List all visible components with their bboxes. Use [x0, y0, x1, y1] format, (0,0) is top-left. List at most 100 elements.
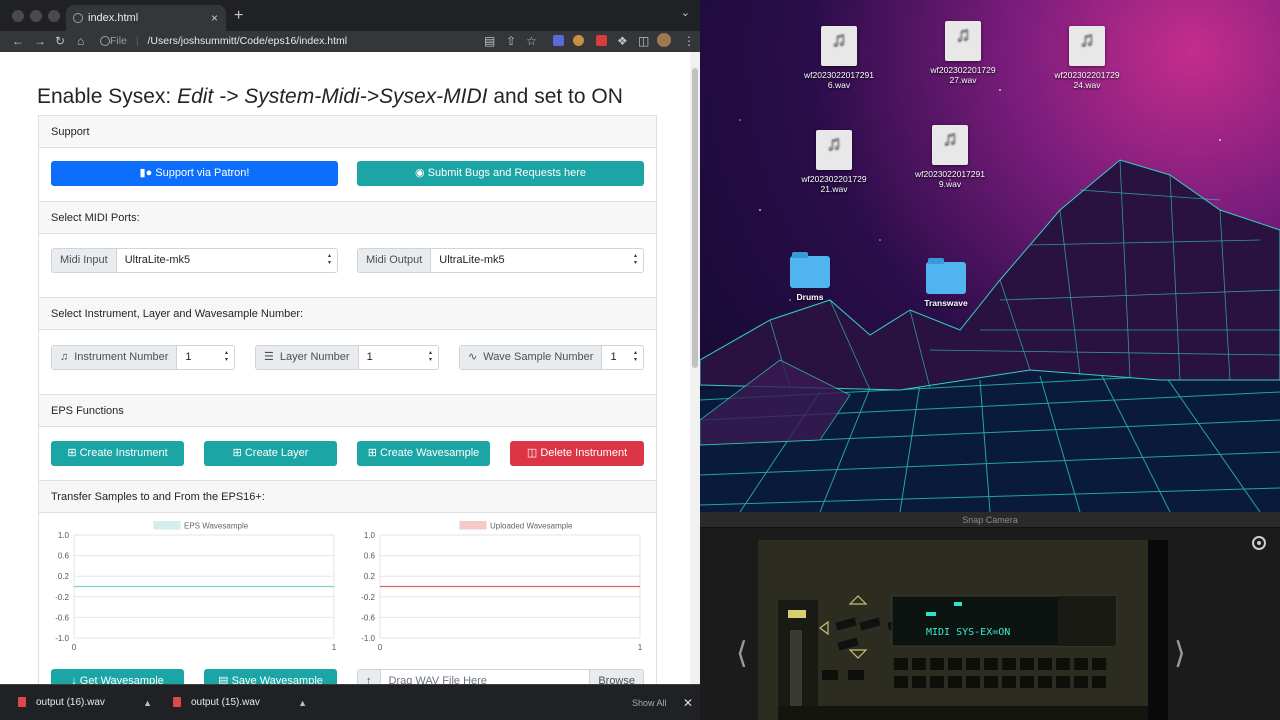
y-tick-label: 0.2: [364, 572, 376, 581]
share-icon[interactable]: ⇧: [506, 33, 516, 49]
maximize-window-button[interactable]: [48, 10, 60, 22]
midi-input-label: Midi Input: [52, 249, 117, 272]
address-scheme: File: [110, 35, 127, 47]
layer-number-group: ☰ Layer Number 1: [255, 345, 439, 370]
forward-arrow-icon[interactable]: →: [34, 33, 46, 49]
close-downloads-icon[interactable]: ✕: [683, 685, 693, 720]
extension-icon[interactable]: [553, 35, 564, 46]
tab-search-icon[interactable]: ⌄: [681, 6, 690, 19]
chart-legend: EPS Wavesample: [153, 521, 249, 531]
eps-functions-card: EPS Functions ⊞ Create Instrument ⊞ Crea…: [38, 394, 657, 481]
create-wavesample-button[interactable]: ⊞ Create Wavesample: [357, 441, 490, 466]
audio-file-icon: [821, 26, 857, 66]
page-content: Enable Sysex: Edit -> System-Midi->Sysex…: [4, 52, 690, 684]
instrument-number-select[interactable]: 1: [177, 346, 234, 369]
prev-arrow-icon[interactable]: ⟨: [736, 636, 748, 671]
midi-ports-card: Select MIDI Ports: Midi Input UltraLite-…: [38, 201, 657, 298]
file-icon: [173, 697, 181, 708]
camera-feed: MIDI SYS-EX=ON: [758, 540, 1168, 720]
audio-file-icon: [1069, 26, 1105, 66]
layers-icon: ☰: [264, 351, 274, 363]
layer-number-label: ☰ Layer Number: [256, 346, 359, 369]
save-wavesample-button[interactable]: ▤ Save Wavesample: [204, 669, 337, 684]
desktop-file-icon[interactable]: wf202302201729 27.wav: [918, 21, 1008, 85]
instrument-number-label: ♫ Instrument Number: [52, 346, 178, 369]
new-tab-button[interactable]: +: [234, 5, 243, 27]
trash-icon: ◫: [526, 447, 538, 459]
desktop-file-icon[interactable]: wf2023022017291 6.wav: [794, 26, 884, 90]
extension-icon[interactable]: [596, 35, 607, 46]
y-tick-label: -0.6: [55, 613, 69, 622]
y-tick-label: 0.6: [58, 552, 70, 561]
card-header: Select MIDI Ports:: [39, 202, 656, 234]
midi-output-select[interactable]: UltraLite-mk5: [431, 249, 643, 272]
close-window-button[interactable]: [12, 10, 24, 22]
wav-drop-input[interactable]: Drag WAV File Here: [381, 670, 590, 684]
upload-icon: ↑: [358, 670, 381, 684]
midi-input-group: Midi Input UltraLite-mk5: [51, 248, 338, 273]
address-bar[interactable]: File | /Users/joshsummitt/Code/eps16/ind…: [96, 32, 476, 51]
reload-icon[interactable]: ↻: [55, 33, 65, 49]
reader-icon[interactable]: ▤: [484, 33, 495, 49]
kebab-menu-icon[interactable]: ⋮: [683, 33, 695, 49]
waveform-icon: ∿: [468, 351, 478, 363]
folder-icon: [926, 258, 966, 294]
desktop-file-icon[interactable]: wf202302201729 21.wav: [789, 130, 879, 194]
download-icon: ↓: [71, 675, 77, 684]
legend-swatch: [459, 521, 487, 530]
avatar[interactable]: [657, 33, 671, 47]
browser-window: index.html × + ⌄ ← → ↻ ⌂ File | /Users/j…: [0, 0, 700, 720]
folder-icon: [790, 252, 830, 288]
support-patron-button[interactable]: ▮● Support via Patron!: [51, 161, 338, 186]
browser-toolbar: ← → ↻ ⌂ File | /Users/joshsummitt/Code/e…: [0, 31, 700, 52]
extension-icon[interactable]: [573, 35, 584, 46]
show-all-downloads-link[interactable]: Show All: [632, 685, 667, 720]
create-instrument-button[interactable]: ⊞ Create Instrument: [51, 441, 184, 466]
wave-sample-number-select[interactable]: 1: [602, 346, 643, 369]
layer-number-select[interactable]: 1: [359, 346, 438, 369]
wave-sample-number-label: ∿ Wave Sample Number: [460, 346, 603, 369]
uploaded-wavesample-chart: Uploaded Wavesample 1.0 0.6 0.2 -0.2 -0.6 -1.0…: [361, 521, 643, 652]
file-icon: [18, 697, 26, 708]
wav-file-input-group: ↑ Drag WAV File Here Browse: [357, 669, 644, 684]
tab-close-icon[interactable]: ×: [211, 5, 218, 31]
desktop-folder-drums[interactable]: Drums: [765, 252, 855, 302]
chevron-up-icon[interactable]: ▲: [298, 685, 307, 720]
download-item[interactable]: output (16).wav ▲: [18, 685, 152, 720]
page-title: Enable Sysex: Edit -> System-Midi->Sysex…: [37, 85, 623, 108]
gear-icon[interactable]: [1252, 536, 1266, 550]
sample-select-card: Select Instrument, Layer and Wavesample …: [38, 297, 657, 395]
page-scrollbar[interactable]: [690, 52, 700, 684]
desktop-folder-transwave[interactable]: Transwave: [901, 258, 991, 308]
tab-index-html[interactable]: index.html ×: [66, 5, 226, 31]
browse-button[interactable]: Browse: [589, 670, 643, 684]
card-header: Support: [39, 116, 656, 148]
back-arrow-icon[interactable]: ←: [12, 33, 24, 49]
home-icon[interactable]: ⌂: [77, 33, 84, 49]
eps-wavesample-chart: EPS Wavesample 1.0 0.6 0.2 -0.2 -0.6 -1.00 1: [55, 521, 337, 652]
y-tick-label: -1.0: [55, 634, 69, 643]
card-header: Select Instrument, Layer and Wavesample …: [39, 298, 656, 330]
minimize-window-button[interactable]: [30, 10, 42, 22]
download-item[interactable]: output (15).wav ▲: [173, 685, 307, 720]
snap-camera-window: Snap Camera ⟨ ⟩ MIDI SYS-EX=ON: [700, 512, 1280, 720]
plus-square-icon: ⊞: [67, 447, 77, 459]
create-layer-button[interactable]: ⊞ Create Layer: [204, 441, 337, 466]
globe-icon: [73, 13, 83, 23]
sidebar-icon[interactable]: ◫: [638, 33, 649, 49]
card-header: Transfer Samples to and From the EPS16+:: [39, 481, 656, 513]
desktop-file-icon[interactable]: wf202302201729 24.wav: [1042, 26, 1132, 90]
next-arrow-icon[interactable]: ⟩: [1174, 636, 1186, 671]
bookmark-star-icon[interactable]: ☆: [526, 33, 537, 49]
get-wavesample-button[interactable]: ↓ Get Wavesample: [51, 669, 184, 684]
y-tick-label: 1.0: [58, 531, 70, 540]
desktop-file-icon[interactable]: wf2023022017291 9.wav: [905, 125, 995, 189]
scrollbar-thumb[interactable]: [692, 68, 698, 368]
x-tick-label: 1: [638, 643, 643, 652]
submit-bugs-button[interactable]: ◉ Submit Bugs and Requests here: [357, 161, 644, 186]
chevron-up-icon[interactable]: ▲: [143, 685, 152, 720]
midi-input-select[interactable]: UltraLite-mk5: [117, 249, 337, 272]
puzzle-icon[interactable]: ❖: [617, 33, 628, 49]
delete-instrument-button[interactable]: ◫ Delete Instrument: [510, 441, 644, 466]
audio-file-icon: [932, 125, 968, 165]
